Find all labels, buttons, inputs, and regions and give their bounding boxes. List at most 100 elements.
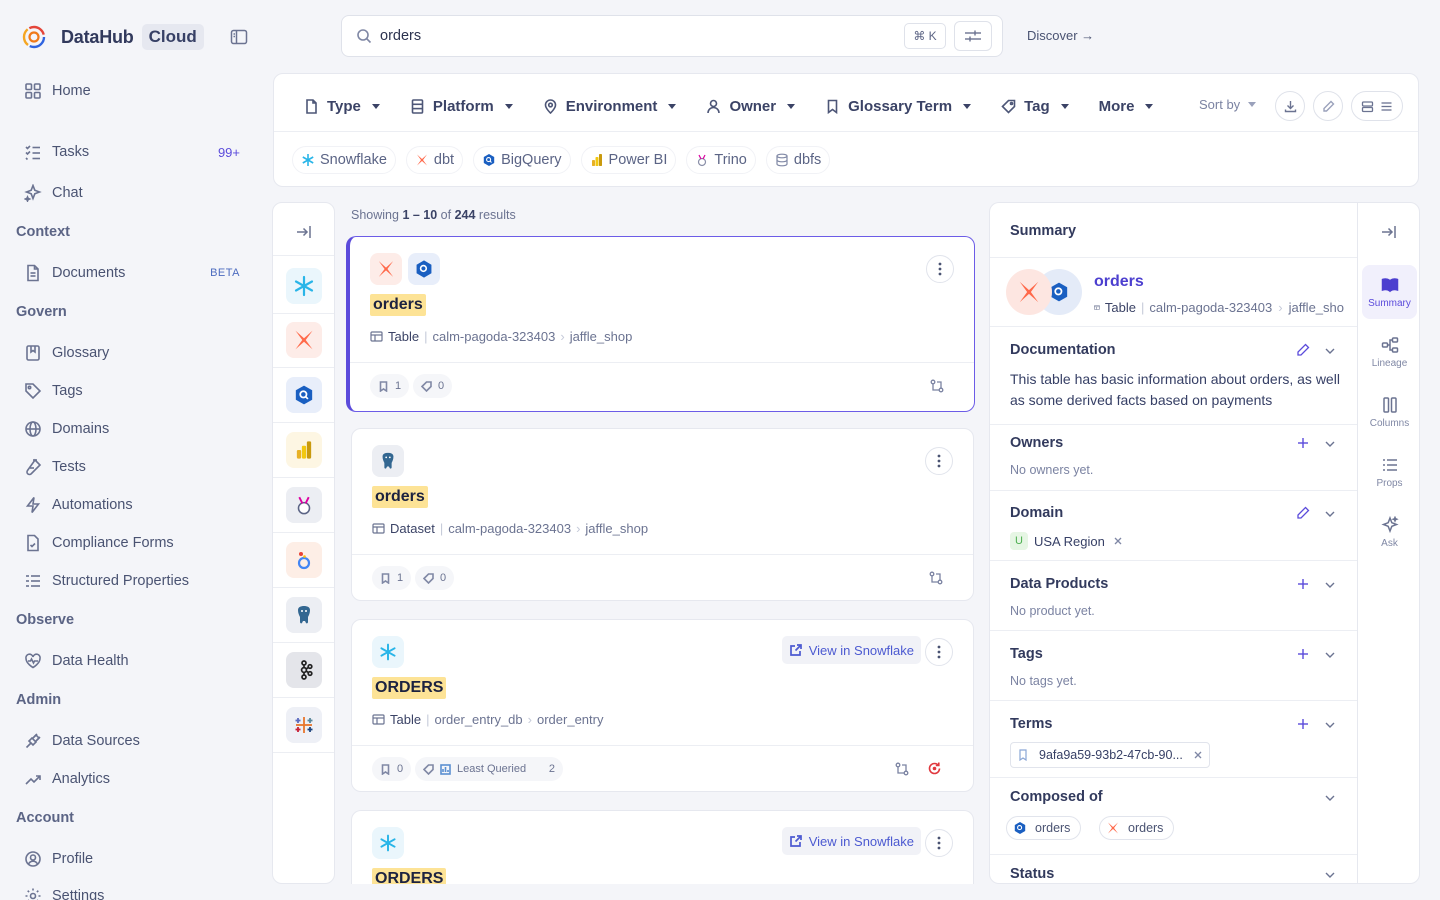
- platform-chip-power-bi[interactable]: Power BI: [580, 146, 677, 174]
- tab-lineage[interactable]: Lineage: [1362, 325, 1417, 379]
- result-card[interactable]: View in Snowflake ORDERS Table | order_en…: [351, 619, 974, 792]
- list-view-icon[interactable]: [1380, 100, 1393, 113]
- breadcrumb-database[interactable]: order_entry_db: [434, 712, 522, 727]
- filter-platform[interactable]: Platform: [410, 98, 513, 115]
- sidebar-item-structured-properties[interactable]: Structured Properties: [16, 565, 256, 597]
- breadcrumb-project[interactable]: calm-pagoda-323403: [448, 521, 571, 536]
- close-icon[interactable]: [1193, 750, 1203, 760]
- more-options-button[interactable]: [925, 638, 953, 666]
- sidebar-item-automations[interactable]: Automations: [16, 489, 256, 521]
- filter-more[interactable]: More: [1099, 98, 1154, 115]
- domain-chip[interactable]: U USA Region: [1010, 532, 1123, 550]
- card-view-icon[interactable]: [1361, 100, 1374, 113]
- glossary-term-chip[interactable]: 9afa9a59-93b2-47cb-90...: [1010, 742, 1210, 768]
- breadcrumb-dataset[interactable]: jaffle_shop: [570, 329, 633, 344]
- sort-by-dropdown[interactable]: Sort by: [1199, 97, 1257, 112]
- tab-columns[interactable]: Columns: [1362, 385, 1417, 439]
- sidebar-item-analytics[interactable]: Analytics: [16, 763, 256, 795]
- sidebar-item-data-sources[interactable]: Data Sources: [16, 725, 256, 757]
- view-toggle[interactable]: [1351, 91, 1403, 121]
- breadcrumb-dataset[interactable]: jaffle_sho: [1289, 300, 1344, 315]
- result-card[interactable]: orders Table | calm-pagoda-323403 › jaffle…: [346, 236, 975, 412]
- result-card[interactable]: orders Dataset | calm-pagoda-323403 › jaff…: [351, 428, 974, 601]
- chevron-down-icon[interactable]: [1324, 579, 1336, 591]
- composed-entity-chip[interactable]: orders: [1006, 816, 1082, 840]
- close-icon[interactable]: [1113, 536, 1123, 546]
- collapse-panel-icon[interactable]: [1380, 223, 1398, 241]
- chevron-down-icon[interactable]: [1324, 508, 1336, 520]
- filter-tag[interactable]: Tag: [1001, 98, 1069, 115]
- lineage-icon[interactable]: [895, 762, 909, 776]
- pencil-icon[interactable]: [1296, 506, 1310, 520]
- sidebar-item-settings[interactable]: Settings: [16, 880, 256, 900]
- breadcrumb-dataset[interactable]: jaffle_shop: [585, 521, 648, 536]
- result-title[interactable]: ORDERS: [372, 868, 447, 884]
- breadcrumb-project[interactable]: calm-pagoda-323403: [1149, 300, 1272, 315]
- search-bar[interactable]: orders ⌘ K: [341, 15, 1003, 57]
- platform-filter-power-bi[interactable]: [286, 432, 322, 468]
- sidebar-item-chat[interactable]: Chat: [16, 177, 256, 209]
- sidebar-item-data-health[interactable]: Data Health: [16, 645, 256, 677]
- filter-environment[interactable]: Environment: [543, 98, 677, 115]
- more-options-button[interactable]: [925, 829, 953, 857]
- platform-filter-snowflake[interactable]: [286, 268, 322, 304]
- sidebar-item-compliance-forms[interactable]: Compliance Forms: [16, 527, 256, 559]
- breadcrumb-schema[interactable]: order_entry: [537, 712, 603, 727]
- brand-logo[interactable]: DataHub Cloud: [22, 22, 204, 52]
- result-title[interactable]: orders: [370, 294, 426, 316]
- view-in-snowflake-button[interactable]: View in Snowflake: [781, 636, 921, 664]
- plus-icon[interactable]: [1296, 436, 1310, 450]
- result-title[interactable]: orders: [372, 486, 428, 508]
- platform-filter-tableau[interactable]: [286, 707, 322, 743]
- breadcrumb-project[interactable]: calm-pagoda-323403: [432, 329, 555, 344]
- filter-owner[interactable]: Owner: [706, 98, 796, 115]
- chevron-down-icon[interactable]: [1324, 719, 1336, 731]
- edit-button[interactable]: [1313, 91, 1343, 121]
- sidebar-item-tasks[interactable]: Tasks 99+: [16, 136, 256, 168]
- sidebar-item-home[interactable]: Home: [16, 75, 256, 107]
- plus-icon[interactable]: [1296, 717, 1310, 731]
- discover-link[interactable]: Discover →: [1027, 28, 1094, 43]
- tab-summary[interactable]: Summary: [1362, 265, 1417, 319]
- pencil-icon[interactable]: [1296, 343, 1310, 357]
- platform-filter-looker[interactable]: [286, 542, 322, 578]
- collapse-panel-icon[interactable]: [295, 223, 313, 241]
- search-filters-button[interactable]: [954, 21, 992, 51]
- platform-filter-postgres[interactable]: [286, 597, 322, 633]
- sidebar-item-glossary[interactable]: Glossary: [16, 337, 256, 369]
- chevron-down-icon[interactable]: [1324, 438, 1336, 450]
- sidebar-item-tests[interactable]: Tests: [16, 451, 256, 483]
- platform-chip-dbfs[interactable]: dbfs: [765, 146, 831, 174]
- composed-entity-chip[interactable]: orders: [1099, 816, 1175, 840]
- sidebar-item-tags[interactable]: Tags: [16, 375, 256, 407]
- chevron-down-icon[interactable]: [1324, 649, 1336, 661]
- entity-name[interactable]: orders: [1094, 273, 1144, 291]
- filter-type[interactable]: Type: [304, 98, 380, 115]
- platform-filter-kafka[interactable]: [286, 652, 322, 688]
- chevron-down-icon[interactable]: [1324, 345, 1336, 357]
- view-in-snowflake-button[interactable]: View in Snowflake: [781, 827, 921, 855]
- platform-chip-dbt[interactable]: dbt: [405, 146, 464, 174]
- sidebar-item-profile[interactable]: Profile: [16, 843, 256, 875]
- sidebar-item-documents[interactable]: Documents BETA: [16, 257, 256, 289]
- result-card[interactable]: View in Snowflake ORDERS: [351, 810, 974, 884]
- platform-filter-bigquery[interactable]: [286, 377, 322, 413]
- platform-filter-dbt[interactable]: [286, 322, 322, 358]
- lineage-icon[interactable]: [929, 571, 943, 585]
- chevron-down-icon[interactable]: [1324, 869, 1336, 881]
- result-title[interactable]: ORDERS: [372, 677, 447, 699]
- more-options-button[interactable]: [925, 447, 953, 475]
- platform-chip-snowflake[interactable]: Snowflake: [292, 146, 396, 174]
- download-button[interactable]: [1275, 91, 1305, 121]
- platform-filter-trino[interactable]: [286, 487, 322, 523]
- more-options-button[interactable]: [926, 255, 954, 283]
- tab-props[interactable]: Props: [1362, 445, 1417, 499]
- plus-icon[interactable]: [1296, 647, 1310, 661]
- platform-chip-bigquery[interactable]: BigQuery: [473, 146, 571, 174]
- chevron-down-icon[interactable]: [1324, 792, 1336, 804]
- plus-icon[interactable]: [1296, 577, 1310, 591]
- sidebar-toggle-icon[interactable]: [229, 27, 249, 47]
- platform-chip-trino[interactable]: Trino: [686, 146, 756, 174]
- lineage-icon[interactable]: [930, 379, 944, 393]
- sidebar-item-domains[interactable]: Domains: [16, 413, 256, 445]
